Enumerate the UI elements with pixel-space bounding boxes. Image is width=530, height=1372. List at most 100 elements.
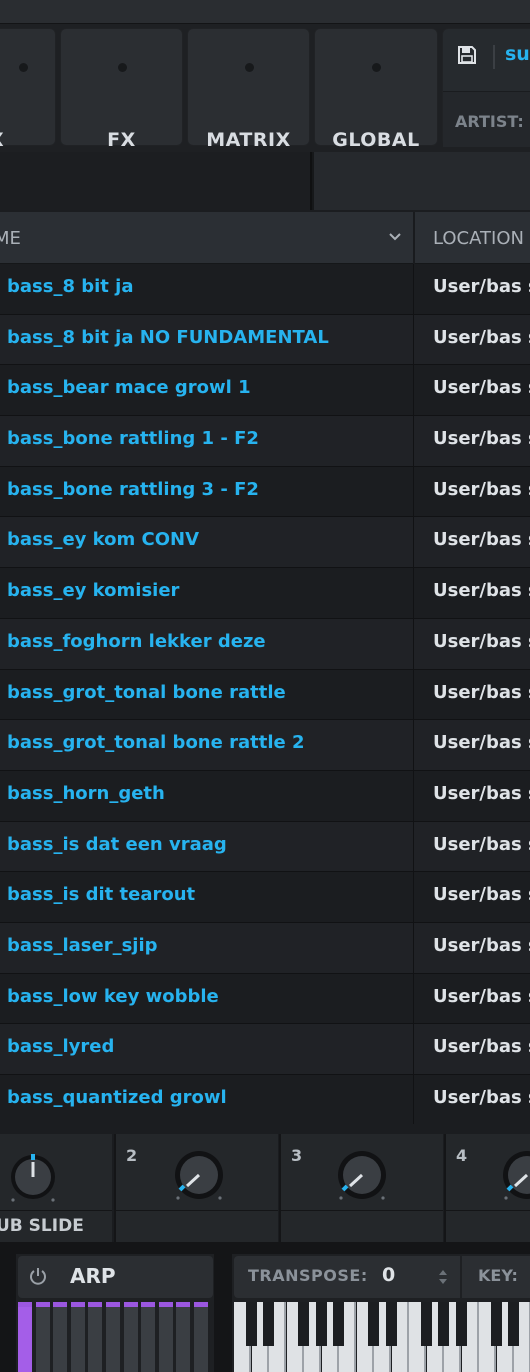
column-divider[interactable]	[413, 212, 415, 264]
preset-name-cell[interactable]: bass_grot_tonal bone rattle 2	[7, 732, 305, 753]
piano-black-key[interactable]	[315, 1302, 327, 1346]
piano-keyboard[interactable]	[234, 1302, 530, 1372]
arp-step[interactable]	[176, 1302, 191, 1372]
preset-name-cell[interactable]: bass_horn_geth	[7, 783, 165, 804]
preset-name-cell[interactable]: bass_bone rattling 3 - F2	[7, 479, 259, 500]
tab-global[interactable]: GLOBAL	[314, 28, 438, 151]
filter-panel-left[interactable]	[0, 152, 312, 210]
table-row[interactable]: bass_horn_geth User/bas s	[0, 770, 530, 822]
row-divider	[413, 314, 414, 365]
arp-step[interactable]	[123, 1302, 138, 1372]
macro-number: 2	[126, 1146, 138, 1165]
preset-name-cell[interactable]: bass_foghorn lekker deze	[7, 631, 266, 652]
table-row[interactable]: bass_bone rattling 1 - F2 User/bas s	[0, 416, 530, 467]
table-row[interactable]: bass_grot_tonal bone rattle User/bas s	[0, 669, 530, 721]
macro-4: 4	[444, 1134, 530, 1242]
tab-label: GLOBAL	[332, 129, 420, 151]
arp-step[interactable]	[106, 1302, 120, 1372]
macro-knob[interactable]	[498, 1146, 530, 1204]
filter-panel-right[interactable]	[314, 152, 530, 210]
arp-step[interactable]	[35, 1302, 50, 1372]
preset-name-cell[interactable]: bass_is dat een vraag	[7, 834, 227, 855]
piano-black-key[interactable]	[490, 1302, 502, 1346]
table-row[interactable]: bass_bear mace growl 1 User/bas s	[0, 365, 530, 417]
table-row[interactable]: bass_laser_sjip User/bas s	[0, 922, 530, 974]
column-header-location[interactable]: LOCATION	[433, 228, 524, 249]
piano-black-key[interactable]	[263, 1302, 274, 1346]
macro-knob[interactable]	[170, 1146, 228, 1204]
piano-black-key[interactable]	[333, 1302, 344, 1346]
row-divider	[413, 669, 414, 720]
preset-name-cell[interactable]: bass_8 bit ja NO FUNDAMENTAL	[7, 327, 329, 348]
preset-name-cell[interactable]: bass_lyred	[7, 1036, 114, 1057]
arp-step-sequencer[interactable]	[18, 1302, 213, 1372]
chevron-down-icon[interactable]	[388, 232, 402, 242]
piano-black-key[interactable]	[508, 1302, 519, 1346]
preset-location-cell: User/bas s	[433, 934, 530, 956]
table-row[interactable]: bass_is dat een vraag User/bas s	[0, 821, 530, 873]
arp-step[interactable]	[158, 1302, 173, 1372]
preset-name-cell[interactable]: bass_ey komisier	[7, 580, 179, 601]
artist-row: ARTIST:	[443, 91, 530, 147]
piano-black-key[interactable]	[438, 1302, 449, 1346]
macro-area: UB SLIDE 2 3 4	[0, 1134, 530, 1242]
preset-name-cell[interactable]: bass_ey kom CONV	[7, 529, 199, 550]
tab-matrix[interactable]: MATRIX	[187, 28, 310, 151]
piano-black-key[interactable]	[420, 1302, 432, 1346]
preset-name-cell[interactable]: bass_bear mace growl 1	[7, 377, 251, 398]
preset-name-cell[interactable]: bass_low key wobble	[7, 986, 219, 1007]
table-row[interactable]: bass_quantized growl User/bas s	[0, 1075, 530, 1126]
preset-location-cell: User/bas s	[433, 833, 530, 855]
tab-indicator-dot	[117, 63, 127, 72]
table-row[interactable]: bass_grot_tonal bone rattle 2 User/bas s	[0, 720, 530, 771]
toolbar-separator	[493, 45, 495, 69]
transpose-control[interactable]: TRANSPOSE: 0	[234, 1256, 460, 1298]
preset-name[interactable]: sul	[505, 43, 530, 65]
row-divider	[413, 821, 414, 872]
macro-label[interactable]: UB SLIDE	[0, 1216, 84, 1236]
arp-step[interactable]	[53, 1302, 68, 1372]
row-divider	[413, 517, 414, 568]
preset-location-cell: User/bas s	[433, 377, 530, 399]
table-row[interactable]: bass_low key wobble User/bas s	[0, 973, 530, 1025]
table-row[interactable]: bass_8 bit ja NO FUNDAMENTAL User/bas s	[0, 314, 530, 366]
table-row[interactable]: bass_is dit tearout User/bas s	[0, 872, 530, 923]
piano-black-key[interactable]	[385, 1302, 397, 1346]
piano-black-key[interactable]	[298, 1302, 309, 1346]
arp-step[interactable]	[141, 1302, 156, 1372]
macro-knob[interactable]	[333, 1146, 391, 1204]
preset-location-cell: User/bas s	[433, 630, 530, 652]
table-row[interactable]: bass_bone rattling 3 - F2 User/bas s	[0, 466, 530, 518]
arp-step[interactable]	[88, 1302, 103, 1372]
piano-black-key[interactable]	[245, 1302, 257, 1346]
list-footer	[0, 1124, 530, 1134]
preset-name-cell[interactable]: bass_laser_sjip	[7, 935, 158, 956]
preset-name-cell[interactable]: bass_8 bit ja	[7, 276, 134, 297]
table-row[interactable]: bass_ey kom CONV User/bas s	[0, 517, 530, 569]
column-header-name[interactable]: ME	[0, 228, 21, 249]
arp-step[interactable]	[70, 1302, 85, 1372]
tab-fx[interactable]: FX	[60, 28, 183, 151]
key-control[interactable]: KEY:	[462, 1256, 530, 1298]
piano-black-key[interactable]	[368, 1302, 379, 1346]
piano-black-key[interactable]	[455, 1302, 467, 1346]
table-row[interactable]: bass_lyred User/bas s	[0, 1024, 530, 1075]
arp-step[interactable]	[18, 1302, 32, 1372]
stepper-arrows-icon[interactable]	[437, 1267, 449, 1287]
preset-name-cell[interactable]: bass_grot_tonal bone rattle	[7, 682, 286, 703]
tab-x[interactable]: X	[0, 28, 56, 151]
preset-name-cell[interactable]: bass_quantized growl	[7, 1087, 227, 1108]
row-divider	[413, 770, 414, 821]
table-row[interactable]: bass_8 bit ja User/bas s	[0, 264, 530, 315]
table-row[interactable]: bass_ey komisier User/bas s	[0, 568, 530, 619]
arp-step[interactable]	[194, 1302, 208, 1372]
preset-name-cell[interactable]: bass_is dit tearout	[7, 884, 195, 905]
macro-knob[interactable]	[6, 1150, 60, 1204]
table-row[interactable]: bass_foghorn lekker deze User/bas s	[0, 618, 530, 670]
macro-number: 4	[456, 1146, 468, 1165]
save-icon[interactable]	[457, 45, 477, 65]
transpose-value[interactable]: 0	[382, 1264, 395, 1286]
power-icon[interactable]	[28, 1266, 48, 1286]
preset-name-cell[interactable]: bass_bone rattling 1 - F2	[7, 428, 259, 449]
preset-location-cell: User/bas s	[433, 884, 530, 906]
